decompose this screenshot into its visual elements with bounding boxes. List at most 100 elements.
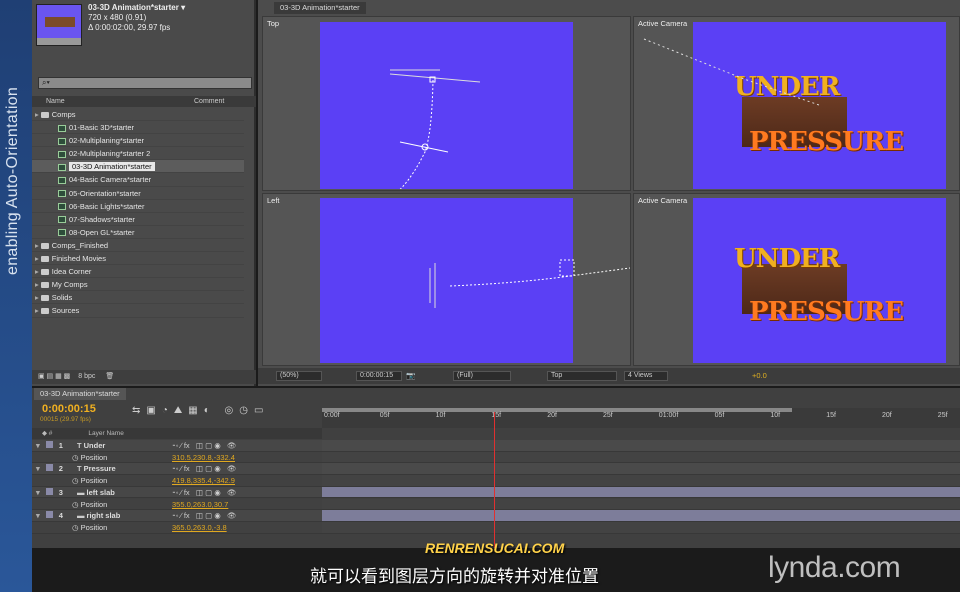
bpc-button[interactable]: 8 bpc (78, 373, 95, 380)
composition-icon (58, 137, 66, 145)
project-item[interactable]: ▸ Comps_Finished (32, 239, 244, 253)
switches[interactable]: ⁃◦ ∕ fx ◫ ▢ ◉ 👁 (172, 463, 237, 475)
project-item[interactable]: 02-Multiplaning*starter 2 (32, 147, 244, 161)
project-item[interactable]: 07-Shadows*starter (32, 213, 244, 226)
composition-icon (58, 176, 66, 184)
timeline-track[interactable] (322, 521, 960, 534)
property-row[interactable]: ◷ Position 355.0,263.0,30.7 (32, 498, 322, 511)
current-frame: 00015 (29.97 fps) (40, 416, 91, 423)
side-caption: enabling Auto-Orientation (4, 86, 21, 275)
layer-row[interactable]: ▾ 2 T Pressure ⁃◦ ∕ fx ◫ ▢ ◉ 👁 (32, 463, 322, 476)
folder-icon (40, 308, 49, 315)
trash-icon[interactable]: 🗑 (105, 373, 114, 380)
timecode-button[interactable]: 0:00:00:15 (356, 371, 402, 381)
stopwatch-icon[interactable]: ◷ (72, 500, 79, 509)
project-item[interactable]: 01-Basic 3D*starter (32, 121, 244, 135)
project-item[interactable]: ▸ Sources (32, 304, 244, 318)
layer-type-icon: T (76, 464, 82, 474)
project-item[interactable]: ▸ Idea Corner (32, 265, 244, 279)
layout-select[interactable]: 4 Views (624, 371, 668, 381)
timeline-track[interactable] (322, 463, 960, 476)
layer-name[interactable]: left slab (87, 488, 115, 497)
ruler-tick: 05f (714, 412, 725, 419)
project-list-header: Name Comment (32, 96, 256, 107)
zoom-select[interactable]: (50%) (276, 371, 322, 381)
project-item-label: Comps_Finished (51, 240, 109, 250)
property-name: Position (80, 499, 108, 509)
col-comment[interactable]: Comment (194, 96, 224, 107)
comp-name[interactable]: 03-3D Animation*starter ▾ (88, 3, 185, 13)
layer-name[interactable]: right slab (87, 511, 121, 520)
property-value[interactable]: 365.0,263.0,-3.8 (172, 522, 227, 534)
stopwatch-icon[interactable]: ◷ (72, 523, 79, 532)
project-item[interactable]: 06-Basic Lights*starter (32, 200, 244, 213)
camera-icon[interactable]: 📷 (406, 368, 415, 384)
property-row[interactable]: ◷ Position 310.5,230.8,-332.4 (32, 451, 322, 464)
motion-path (389, 69, 481, 189)
side-caption-strip: enabling Auto-Orientation (0, 0, 32, 592)
project-item[interactable]: ▸ Solids (32, 291, 244, 305)
lynda-logo: lynda.com (768, 551, 901, 584)
layer-number: 2 (58, 464, 63, 474)
viewer-tab[interactable]: 03-3D Animation*starter (274, 2, 366, 14)
composition-icon (58, 124, 66, 132)
view-active-camera-1[interactable]: Active Camera UNDER PRESSURE (633, 16, 960, 191)
project-item-label: Comps (51, 110, 76, 119)
project-search-input[interactable]: ⌕▾ (38, 77, 252, 89)
time-ruler[interactable]: 0:00f 05f 10f 15f 20f 25f 01:00f 05f 10f 15f 20f 25… (322, 408, 960, 428)
ruler-tick: 20f (882, 412, 892, 419)
project-item-label: My Comps (51, 280, 88, 290)
project-item-label: Solids (51, 293, 73, 303)
timeline-track[interactable] (322, 475, 960, 487)
layer-name[interactable]: Pressure (84, 464, 116, 473)
timeline-track[interactable] (322, 451, 960, 464)
project-item[interactable]: 04-Basic Camera*starter (32, 173, 244, 187)
timeline-track[interactable] (322, 440, 960, 452)
col-name[interactable]: Name (46, 98, 65, 105)
project-item[interactable]: ▸ My Comps (32, 278, 244, 292)
project-item[interactable]: 05-Orientation*starter (32, 187, 244, 200)
layer-row[interactable]: ▾ 1 T Under ⁃◦ ∕ fx ◫ ▢ ◉ 👁 (32, 440, 322, 452)
project-item[interactable]: ▸ Finished Movies (32, 252, 244, 266)
property-name: Position (80, 476, 108, 486)
timeline-tool-icons[interactable]: ⇆▣◔⛰▦◐ ◎◷▭ (132, 405, 269, 416)
project-panel: 03-3D Animation*starter ▾ 720 x 480 (0.9… (32, 0, 256, 386)
layer-number: 3 (58, 487, 63, 497)
resolution-select[interactable]: (Full) (453, 371, 511, 381)
view-active-camera-2[interactable]: Active Camera UNDER PRESSURE (633, 193, 960, 366)
switches[interactable]: ⁃◦ ∕ fx ◫ ▢ ◉ 👁 (172, 510, 237, 522)
property-value[interactable]: 419.8,335.4,-342.9 (172, 475, 235, 487)
property-value[interactable]: 310.5,230.8,-332.4 (172, 452, 235, 464)
project-item[interactable]: 03-3D Animation*starter (32, 160, 244, 174)
col-layer-name: Layer Name (88, 430, 124, 437)
timeline-track[interactable] (322, 510, 960, 522)
footer-icons[interactable]: ▣ ▤ ▦ ▩ (38, 373, 70, 380)
project-item-label: 02-Multiplaning*starter (69, 136, 145, 146)
ruler-tick: 25f (937, 412, 948, 419)
comp-thumbnail (36, 4, 82, 46)
view-top[interactable]: Top (262, 16, 631, 191)
layer-row[interactable]: ▾ 3 ▬ left slab ⁃◦ ∕ fx ◫ ▢ ◉ 👁 (32, 486, 322, 499)
stopwatch-icon[interactable]: ◷ (72, 476, 79, 485)
project-item-label: 06-Basic Lights*starter (69, 201, 145, 211)
property-row[interactable]: ◷ Position 365.0,263.0,-3.8 (32, 521, 322, 534)
project-item-label: 03-3D Animation*starter (69, 162, 155, 172)
layer-name[interactable]: Under (84, 441, 106, 450)
property-value[interactable]: 355.0,263.0,30.7 (172, 499, 228, 511)
switches[interactable]: ⁃◦ ∕ fx ◫ ▢ ◉ 👁 (172, 487, 237, 499)
property-row[interactable]: ◷ Position 419.8,335.4,-342.9 (32, 475, 322, 487)
project-item[interactable]: 08-Open GL*starter (32, 226, 244, 239)
switches[interactable]: ⁃◦ ∕ fx ◫ ▢ ◉ 👁 (172, 440, 237, 452)
exposure-value[interactable]: +0.0 (752, 368, 767, 384)
view-left[interactable]: Left (262, 193, 631, 366)
project-item[interactable]: ▸ Comps (32, 108, 244, 122)
project-item[interactable]: 02-Multiplaning*starter (32, 134, 244, 148)
view-select[interactable]: Top (547, 371, 617, 381)
stopwatch-icon[interactable]: ◷ (72, 453, 79, 462)
timeline-tab[interactable]: 03-3D Animation*starter (34, 388, 126, 400)
layer-row[interactable]: ▾ 4 ▬ right slab ⁃◦ ∕ fx ◫ ▢ ◉ 👁 (32, 510, 322, 522)
playhead[interactable] (494, 412, 496, 548)
timeline-track[interactable] (322, 486, 960, 499)
timeline-track[interactable] (322, 498, 960, 511)
current-time[interactable]: 0:00:00:15 (42, 403, 96, 415)
